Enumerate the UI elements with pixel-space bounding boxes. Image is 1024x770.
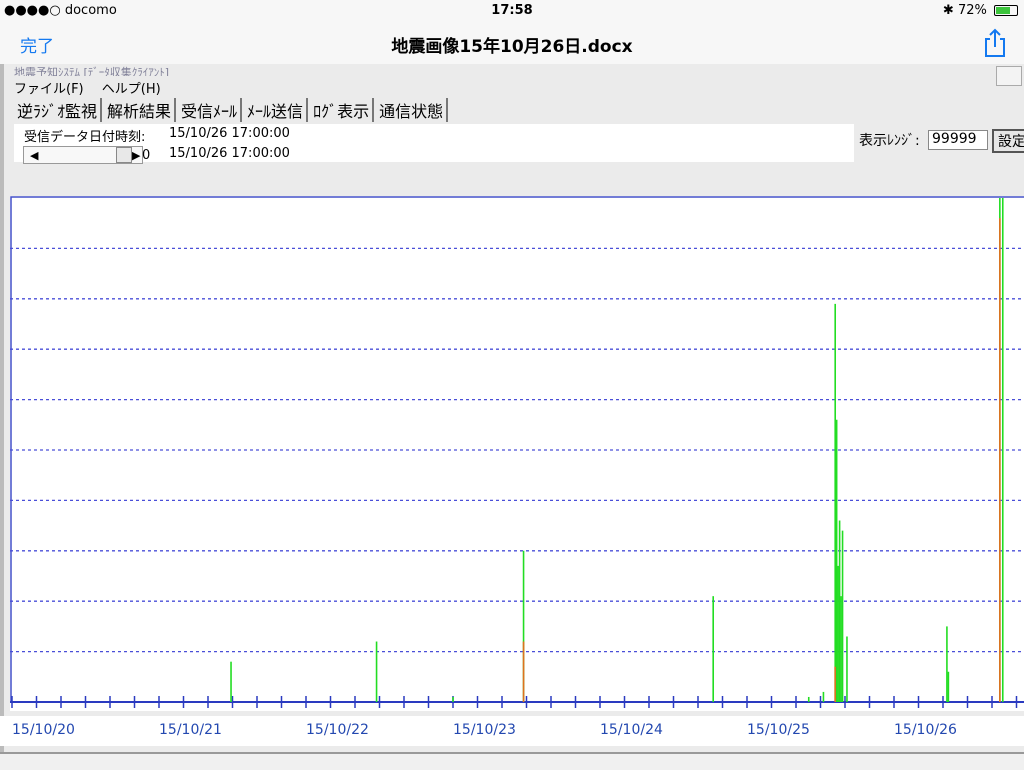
x-tick-label: 15/10/25 [747, 722, 810, 738]
tab-received-mail[interactable]: 受信ﾒｰﾙ [178, 98, 243, 122]
navigation-bar: 完了 地震画像15年10月26日.docx [0, 22, 1024, 65]
x-tick-label: 15/10/20 [12, 722, 75, 738]
seismic-chart [10, 196, 1024, 711]
bluetooth-icon: ✱ [942, 3, 954, 18]
battery-fill [996, 7, 1010, 14]
info-panel: 受信データ日付時刻: 15/10/26 17:00:00 ◀ ▶ 0 15/10… [14, 124, 854, 164]
menu-bar: ファイル(F) ヘルプ(H) [14, 78, 175, 97]
document-title: 地震画像15年10月26日.docx [391, 37, 633, 57]
tab-comm-status[interactable]: 通信状態 [376, 98, 449, 122]
x-axis-labels: 15/10/20 15/10/21 15/10/22 15/10/23 15/10/24… [0, 716, 1024, 746]
app-title: 地震予知ｼｽﾃﾑ [ﾃﾞｰﾀ収集ｸﾗｲｱﾝﾄ] [14, 66, 170, 76]
slider-left-arrow-icon[interactable]: ◀ [30, 149, 38, 162]
clock: 17:58 [491, 3, 533, 18]
battery-icon [994, 5, 1018, 16]
status-bar: ●●●●○ docomo 17:58 ✱ 72% [0, 0, 1024, 22]
menu-help[interactable]: ヘルプ(H) [102, 82, 161, 97]
scrollbar-bottom[interactable] [0, 752, 1024, 770]
received-label: 受信データ日付時刻: [24, 130, 146, 145]
set-button[interactable]: 設定 [992, 129, 1024, 153]
x-tick-label: 15/10/22 [306, 722, 369, 738]
received-value: 15/10/26 17:00:00 [169, 126, 290, 141]
slider-thumb[interactable] [116, 147, 132, 163]
slider-value: 0 [142, 148, 151, 163]
x-tick-label: 15/10/21 [159, 722, 222, 738]
tab-bar: 逆ﾗｼﾞｵ監視 解析結果 受信ﾒｰﾙ ﾒｰﾙ送信 ﾛｸﾞ表示 通信状態 [14, 98, 450, 122]
x-tick-label: 15/10/23 [453, 722, 516, 738]
x-tick-label: 15/10/26 [894, 722, 957, 738]
date-slider[interactable]: ◀ ▶ [23, 146, 143, 164]
slider-date: 15/10/26 17:00:00 [169, 146, 290, 161]
battery-percent: 72% [957, 3, 987, 18]
menu-file[interactable]: ファイル(F) [14, 82, 84, 97]
tab-send-mail[interactable]: ﾒｰﾙ送信 [244, 98, 309, 122]
tab-reverse-radio[interactable]: 逆ﾗｼﾞｵ監視 [14, 98, 103, 122]
slider-right-arrow-icon[interactable]: ▶ [132, 149, 140, 162]
tab-analysis[interactable]: 解析結果 [104, 98, 177, 122]
share-icon[interactable] [982, 28, 1008, 58]
range-label: 表示ﾚﾝｼﾞ: [859, 133, 920, 149]
x-tick-label: 15/10/24 [600, 722, 663, 738]
minimize-button[interactable] [996, 66, 1022, 86]
status-right: ✱ 72% [943, 3, 1018, 18]
range-input[interactable]: 99999 [928, 130, 988, 150]
tab-log[interactable]: ﾛｸﾞ表示 [310, 98, 375, 122]
